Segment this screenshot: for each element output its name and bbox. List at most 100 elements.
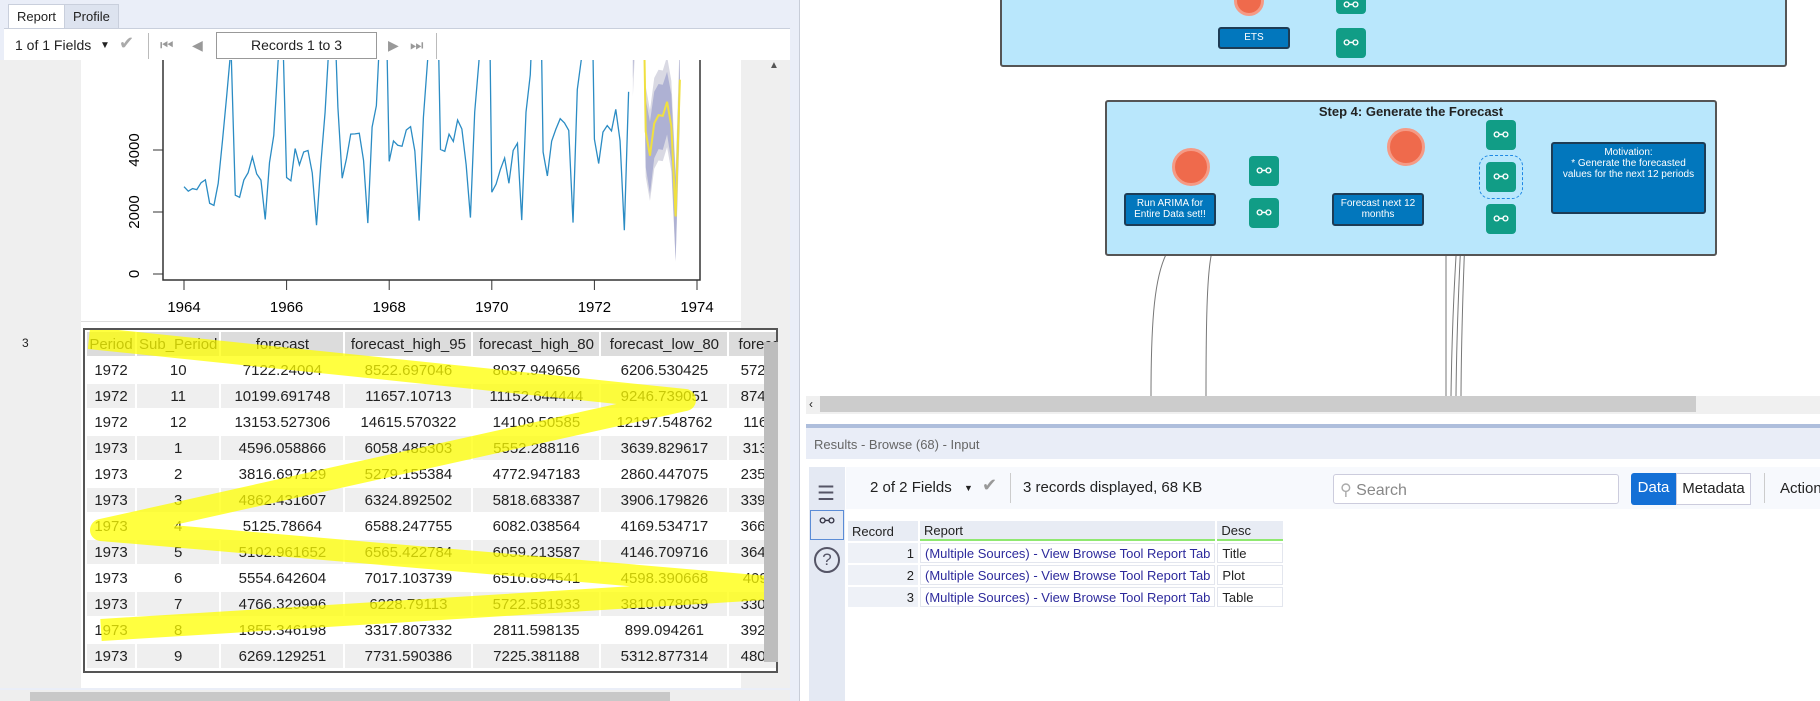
column-header[interactable]: Record <box>848 521 918 541</box>
table-cell: 1972 <box>94 361 128 379</box>
table-cell: 4862.431607 <box>221 488 344 512</box>
column-header[interactable]: Desc <box>1217 521 1284 541</box>
history-series-line <box>183 60 630 231</box>
table-cell: 6206.530425 <box>620 361 709 379</box>
chevron-down-icon[interactable]: ▼ <box>100 40 110 51</box>
results-row[interactable]: 2 (Multiple Sources) - View Browse Tool R… <box>848 565 1284 585</box>
note-arima[interactable]: Run ARIMA for Entire Data set!! <box>1124 193 1216 226</box>
browse-tool-icon[interactable]: ⚯ <box>1486 120 1516 150</box>
browse-tool-icon[interactable]: ⚯ <box>1249 156 1279 186</box>
table-cell: 6510.894541 <box>492 569 581 587</box>
next-record-icon[interactable]: ▶ <box>388 37 399 54</box>
table-row: 1972 10 7122.24004 8522.697046 8037.949656 62… <box>87 358 776 382</box>
column-header[interactable]: Report <box>920 521 1216 541</box>
table-row: 1972 11 10199.691748 11657.10713 11152.64444… <box>87 384 776 408</box>
scroll-left-icon[interactable]: ‹ <box>809 397 813 411</box>
column-header[interactable]: forecast_low_80 <box>601 332 728 356</box>
search-input[interactable]: ⚲ Search <box>1333 474 1619 504</box>
first-record-icon[interactable]: ⏮ <box>160 37 174 54</box>
browse-tool-icon-selected[interactable]: ⚯ <box>1479 155 1523 199</box>
records-range[interactable]: Records 1 to 3 <box>216 32 377 59</box>
table-cell: 8 <box>174 621 183 639</box>
browse-tool-icon[interactable]: ⚯ <box>1249 198 1279 228</box>
table-cell: 2 <box>174 465 183 483</box>
table-cell: 6 <box>174 569 183 587</box>
canvas-horizontal-scrollbar[interactable]: ‹ <box>806 396 1820 414</box>
data-button[interactable]: Data <box>1631 473 1676 505</box>
table-cell: 6082.038564 <box>492 517 581 535</box>
report-toolbar: 1 of 1 Fields ▼ ✔ ⏮ ◀ Records 1 to 3 ▶ ⏭ <box>4 28 790 60</box>
scroll-thumb[interactable] <box>30 692 670 701</box>
actions-menu[interactable]: Actions <box>1780 480 1820 497</box>
container-title: Step 4: Generate the Forecast <box>1318 104 1504 119</box>
divider <box>1764 473 1765 503</box>
fields-selector[interactable]: 2 of 2 Fields <box>870 479 952 496</box>
fields-selector[interactable]: 1 of 1 Fields <box>15 37 91 53</box>
column-header[interactable]: forecast_high_95 <box>345 332 472 356</box>
search-placeholder: Search <box>1356 482 1407 499</box>
table-cell: 4596.058866 <box>221 436 344 460</box>
table-cell: 1973 <box>94 517 128 535</box>
column-header[interactable]: Period <box>87 332 135 356</box>
metadata-button[interactable]: Metadata <box>1676 473 1751 505</box>
horizontal-scrollbar[interactable] <box>0 690 790 701</box>
binoculars-icon[interactable]: ⚯ <box>810 510 844 540</box>
results-row[interactable]: 3 (Multiple Sources) - View Browse Tool R… <box>848 587 1284 607</box>
ts-forecast-tool-icon[interactable] <box>1387 128 1425 166</box>
table-row: 1973 5 5102.961652 6565.422784 6059.213587 41… <box>87 540 776 564</box>
table-cell: 5818.683387 <box>473 488 600 512</box>
table-row: 1973 3 4862.431607 6324.892502 5818.683387 39… <box>87 488 776 512</box>
help-icon[interactable]: ? <box>814 547 840 573</box>
table-cell: 5 <box>137 540 220 564</box>
table-row: 1973 1 4596.058866 6058.485303 5552.288116 36… <box>87 436 776 460</box>
table-header-row: Period Sub_Period forecast forecast_high_95… <box>87 332 776 356</box>
table-cell: 8037.949656 <box>492 361 581 379</box>
list-view-icon[interactable]: ☰ <box>817 481 835 506</box>
record-number: 3 <box>22 336 29 350</box>
last-record-icon[interactable]: ⏭ <box>410 37 424 54</box>
table-cell: 6588.247755 <box>364 517 453 535</box>
results-row[interactable]: 1 (Multiple Sources) - View Browse Tool R… <box>848 543 1284 563</box>
y-tick-label: 4000 <box>126 133 143 166</box>
table-row: 1972 12 13153.527306 14615.570322 14109.5058… <box>87 410 776 434</box>
table-cell: 3906.179826 <box>601 488 728 512</box>
table-cell: 6059.213587 <box>473 540 600 564</box>
scroll-thumb[interactable] <box>820 396 1696 412</box>
column-header[interactable]: forecast_high_80 <box>473 332 600 356</box>
chevron-down-icon[interactable]: ▼ <box>964 483 973 493</box>
note-forecast[interactable]: Forecast next 12 months <box>1332 193 1424 226</box>
table-cell: 6058.485303 <box>345 436 472 460</box>
table-cell: 1973 <box>94 621 128 639</box>
report-view: ▲ 1964 1966 1968 1970 1972 1974 0 2000 4000 3 Pe… <box>0 60 790 688</box>
tab-profile[interactable]: Profile <box>64 4 119 28</box>
table-cell: 13153.527306 <box>234 413 331 431</box>
table-row: 1973 4 5125.78664 6588.247755 6082.038564 416… <box>87 514 776 538</box>
table-cell: 4 <box>174 517 183 535</box>
table-cell: 1973 <box>87 436 135 460</box>
table-cell: 11657.10713 <box>345 384 472 408</box>
table-scrollbar[interactable] <box>764 342 778 662</box>
table-cell: 6565.422784 <box>345 540 472 564</box>
table-cell: 1973 <box>87 592 135 616</box>
checkmark-icon[interactable]: ✔ <box>982 475 997 496</box>
prev-record-icon[interactable]: ◀ <box>192 37 203 54</box>
search-icon: ⚲ <box>1340 482 1357 499</box>
arima-tool-icon[interactable] <box>1172 148 1210 186</box>
note-motivation[interactable]: Motivation: * Generate the forecasted va… <box>1551 142 1706 214</box>
checkmark-icon[interactable]: ✔ <box>119 33 134 54</box>
column-header[interactable]: forecast <box>221 332 344 356</box>
table-cell: 4169.534717 <box>620 517 709 535</box>
table-cell: 3639.829617 <box>601 436 728 460</box>
scroll-up-icon[interactable]: ▲ <box>769 60 779 71</box>
table-cell: 5552.288116 <box>473 436 600 460</box>
table-cell: 1973 <box>87 488 135 512</box>
tab-report[interactable]: Report <box>8 4 66 28</box>
column-header[interactable]: Sub_Period <box>137 332 220 356</box>
x-tick-label: 1964 <box>167 299 200 316</box>
workflow-canvas[interactable]: ⚯ ⚯ ETS Step 4: Generate the Forecast ⚯ … <box>806 0 1820 396</box>
desc-cell: Title <box>1217 543 1284 563</box>
table-cell: 7 <box>137 592 220 616</box>
browse-tool-icon[interactable]: ⚯ <box>1486 204 1516 234</box>
table-cell: 5722.581933 <box>473 592 600 616</box>
table-cell: 4146.709716 <box>601 540 728 564</box>
